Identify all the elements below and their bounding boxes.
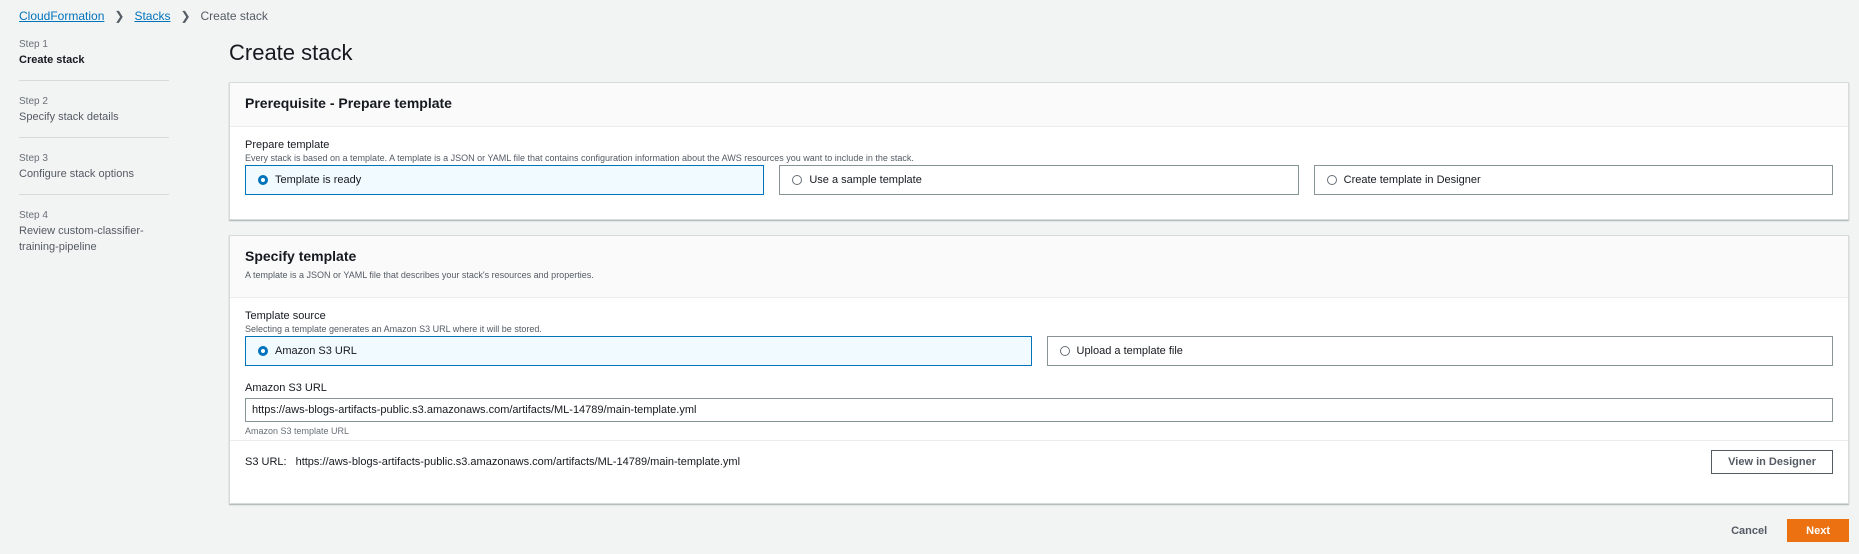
option-template-ready[interactable]: Template is ready [245, 165, 765, 195]
s3-url-value: https://aws-blogs-artifacts-public.s3.am… [295, 455, 741, 468]
breadcrumb-cloudformation-link[interactable]: CloudFormation [19, 9, 104, 23]
radio-icon[interactable] [792, 175, 803, 185]
option-amazon-s3-url[interactable]: Amazon S3 URL [245, 336, 1032, 366]
panel-header: Specify template A template is a JSON or… [230, 236, 1848, 298]
panel-description: A template is a JSON or YAML file that d… [245, 270, 594, 280]
option-label: Upload a template file [1076, 345, 1183, 357]
step-title: Configure stack options [19, 168, 134, 180]
cancel-button[interactable]: Cancel [1731, 525, 1767, 537]
option-sample-template[interactable]: Use a sample template [779, 165, 1299, 195]
breadcrumb: CloudFormation ❯ Stacks ❯ Create stack [19, 9, 268, 23]
panel-body: Template source Selecting a template gen… [230, 298, 1848, 440]
option-label: Template is ready [275, 174, 362, 186]
option-label: Create template in Designer [1343, 174, 1481, 186]
template-source-options: Amazon S3 URL Upload a template file [245, 336, 1833, 366]
template-source-description: Selecting a template generates an Amazon… [245, 324, 542, 334]
wizard-actions: Cancel Next [1731, 519, 1849, 542]
s3-url-input[interactable] [245, 398, 1833, 422]
step-title: Specify stack details [19, 111, 119, 123]
s3-url-label: Amazon S3 URL [245, 382, 327, 394]
wizard-step-4: Step 4 Review custom-classifier-training… [19, 209, 169, 267]
wizard-step-1: Step 1 Create stack [19, 38, 169, 81]
view-in-designer-button[interactable]: View in Designer [1711, 449, 1833, 474]
step-number: Step 4 [19, 210, 48, 221]
s3-url-summary: S3 URL: https://aws-blogs-artifacts-publ… [230, 440, 1848, 482]
prepare-template-label: Prepare template [245, 139, 330, 151]
wizard-steps: Step 1 Create stack Step 2 Specify stack… [19, 38, 169, 281]
step-number: Step 3 [19, 153, 48, 164]
panel-heading: Specify template [245, 248, 357, 264]
panel-heading: Prerequisite - Prepare template [245, 95, 452, 111]
chevron-right-icon: ❯ [114, 9, 125, 23]
prepare-template-options: Template is ready Use a sample template … [245, 165, 1833, 195]
panel-header: Prerequisite - Prepare template [230, 83, 1848, 127]
prerequisite-panel: Prerequisite - Prepare template Prepare … [229, 82, 1849, 220]
step-title: Create stack [19, 54, 85, 66]
option-designer-template[interactable]: Create template in Designer [1313, 165, 1833, 195]
radio-selected-icon[interactable] [258, 175, 268, 185]
radio-icon[interactable] [1326, 175, 1337, 185]
chevron-right-icon: ❯ [180, 9, 191, 23]
option-upload-file[interactable]: Upload a template file [1046, 336, 1833, 366]
prepare-template-description: Every stack is based on a template. A te… [245, 153, 914, 163]
step-title: Review custom-classifier-training-pipeli… [19, 225, 144, 253]
panel-body: Prepare template Every stack is based on… [230, 127, 1848, 207]
s3-url-constraint: Amazon S3 template URL [245, 426, 350, 436]
step-number: Step 1 [19, 39, 48, 50]
s3-url-key: S3 URL: [245, 455, 287, 468]
radio-icon[interactable] [1059, 346, 1070, 356]
wizard-step-3: Step 3 Configure stack options [19, 152, 169, 195]
breadcrumb-stacks-link[interactable]: Stacks [134, 9, 170, 23]
next-button[interactable]: Next [1787, 519, 1849, 542]
step-number: Step 2 [19, 96, 48, 107]
specify-template-panel: Specify template A template is a JSON or… [229, 235, 1849, 504]
radio-selected-icon[interactable] [258, 346, 268, 356]
page-title: Create stack [229, 40, 353, 65]
wizard-step-2: Step 2 Specify stack details [19, 95, 169, 138]
template-source-label: Template source [245, 310, 326, 322]
option-label: Use a sample template [809, 174, 922, 186]
breadcrumb-current: Create stack [200, 9, 268, 23]
option-label: Amazon S3 URL [275, 345, 357, 357]
